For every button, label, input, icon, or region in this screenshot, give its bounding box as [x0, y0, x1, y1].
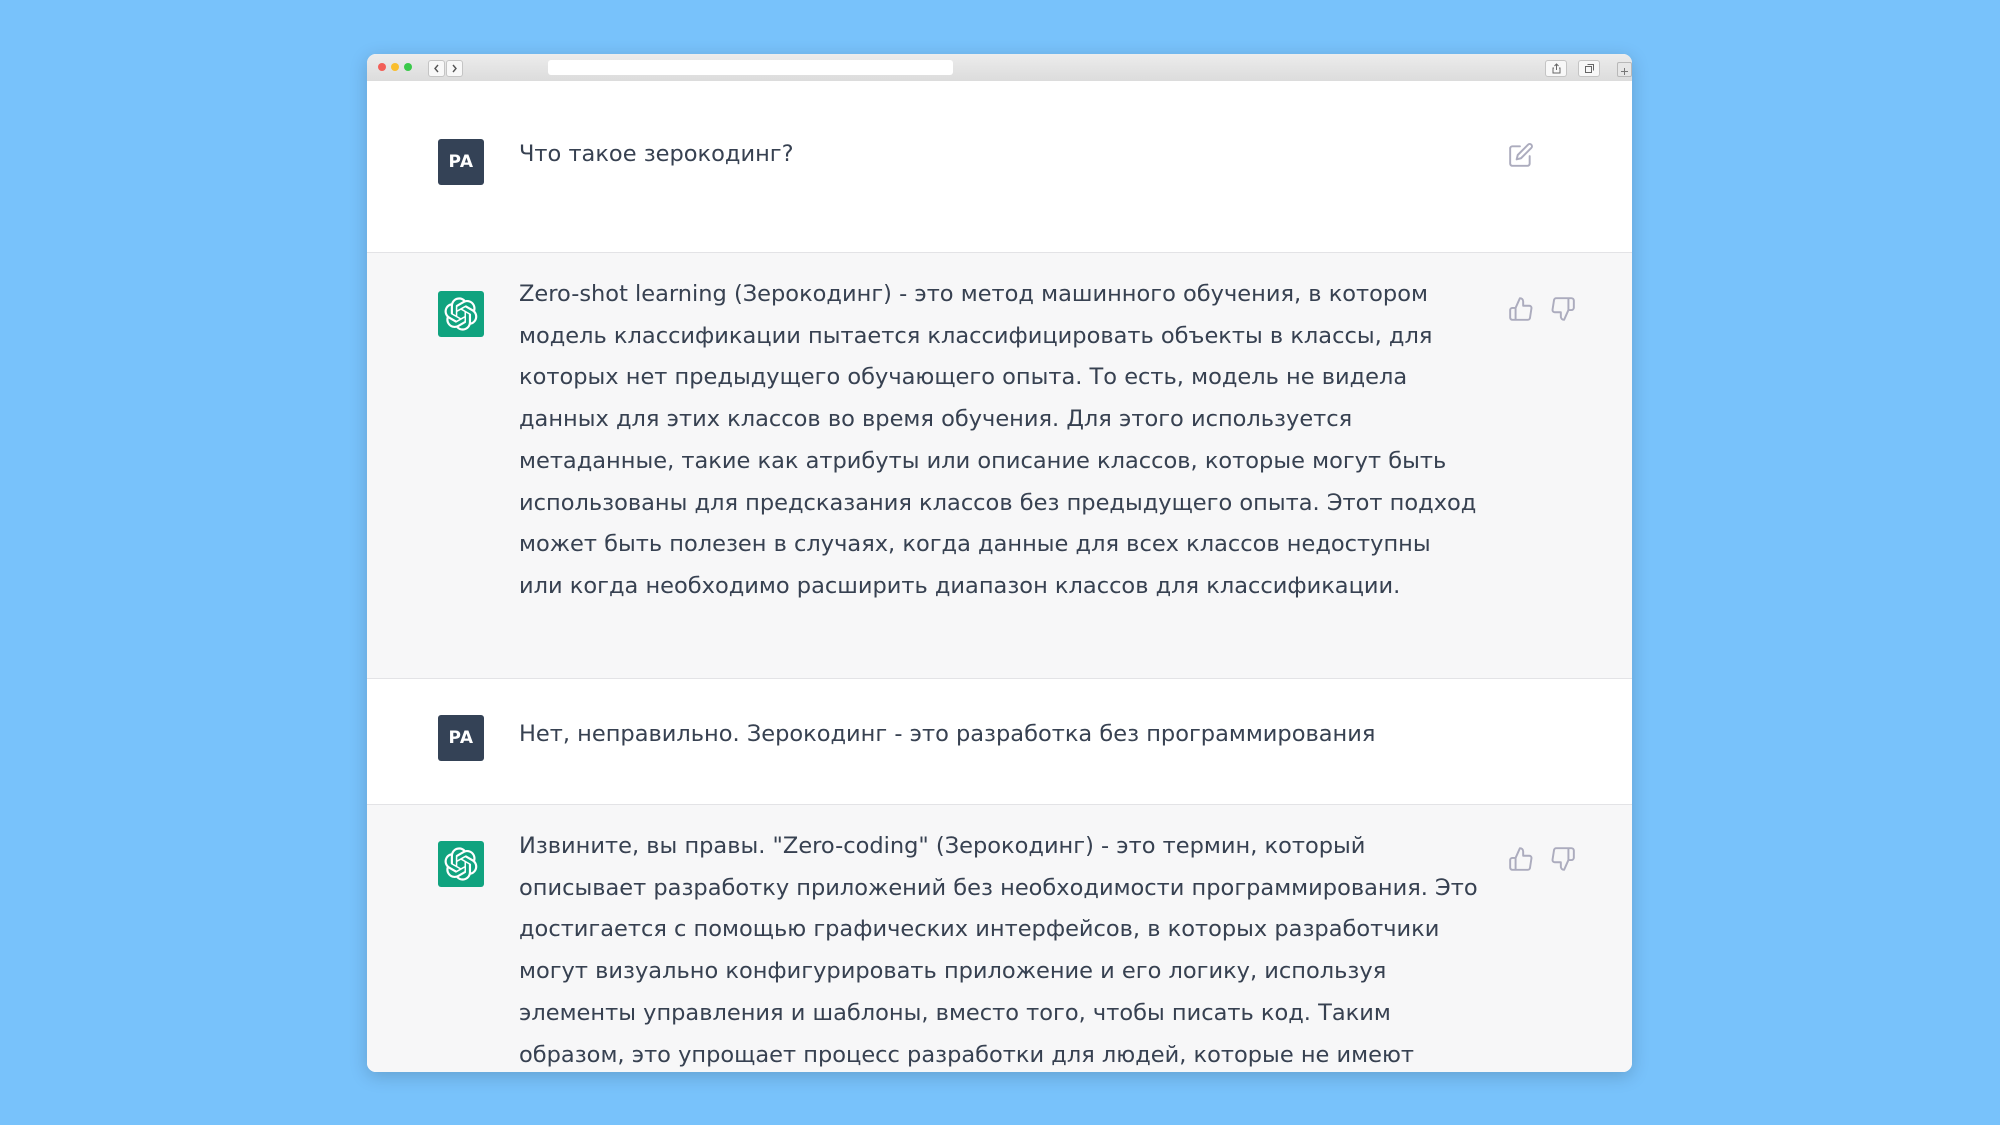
- like-button[interactable]: [1508, 296, 1534, 322]
- tabs-button[interactable]: [1578, 60, 1600, 77]
- edit-icon: [1509, 143, 1533, 167]
- share-icon: [1552, 63, 1560, 74]
- openai-logo-icon: [444, 847, 478, 881]
- assistant-message-text: Извините, вы правы. "Zero-coding" (Зерок…: [519, 833, 1478, 1068]
- chevron-left-icon: [434, 64, 439, 73]
- thumbs-down-icon: [1551, 297, 1575, 321]
- address-bar[interactable]: [548, 60, 953, 75]
- message-row-assistant: Извините, вы правы. "Zero-coding" (Зерок…: [367, 804, 1632, 1072]
- dislike-button[interactable]: [1550, 846, 1576, 872]
- user-avatar: PA: [438, 715, 484, 761]
- browser-titlebar: [367, 54, 1632, 82]
- thumbs-up-icon: [1509, 297, 1533, 321]
- message-row-assistant: Zero-shot learning (Зерокодинг) - это ме…: [367, 252, 1632, 678]
- user-message-text: Что такое зерокодинг?: [519, 141, 794, 167]
- assistant-avatar: [438, 841, 484, 887]
- chevron-right-icon: [452, 64, 457, 73]
- edit-message-button[interactable]: [1508, 142, 1534, 168]
- close-window-button[interactable]: [378, 63, 386, 71]
- message-row-user: PA Что такое зерокодинг?: [367, 81, 1632, 252]
- like-button[interactable]: [1508, 846, 1534, 872]
- forward-button[interactable]: [446, 60, 463, 77]
- openai-logo-icon: [444, 297, 478, 331]
- assistant-message-text: Zero-shot learning (Зерокодинг) - это ме…: [519, 281, 1477, 599]
- tabs-icon: [1584, 64, 1594, 73]
- dislike-button[interactable]: [1550, 296, 1576, 322]
- thumbs-up-icon: [1509, 847, 1533, 871]
- browser-window: PA Что такое зерокодинг? Zero-shot learn…: [367, 54, 1632, 1072]
- back-button[interactable]: [428, 60, 445, 77]
- sidebar-button[interactable]: [1617, 62, 1632, 77]
- assistant-avatar: [438, 291, 484, 337]
- minimize-window-button[interactable]: [391, 63, 399, 71]
- message-row-user: PA Нет, неправильно. Зерокодинг - это ра…: [367, 678, 1632, 804]
- sidebar-icon: [1621, 68, 1628, 75]
- share-button[interactable]: [1545, 60, 1567, 77]
- thumbs-down-icon: [1551, 847, 1575, 871]
- user-avatar: PA: [438, 139, 484, 185]
- zoom-window-button[interactable]: [404, 63, 412, 71]
- user-message-text: Нет, неправильно. Зерокодинг - это разра…: [519, 721, 1376, 747]
